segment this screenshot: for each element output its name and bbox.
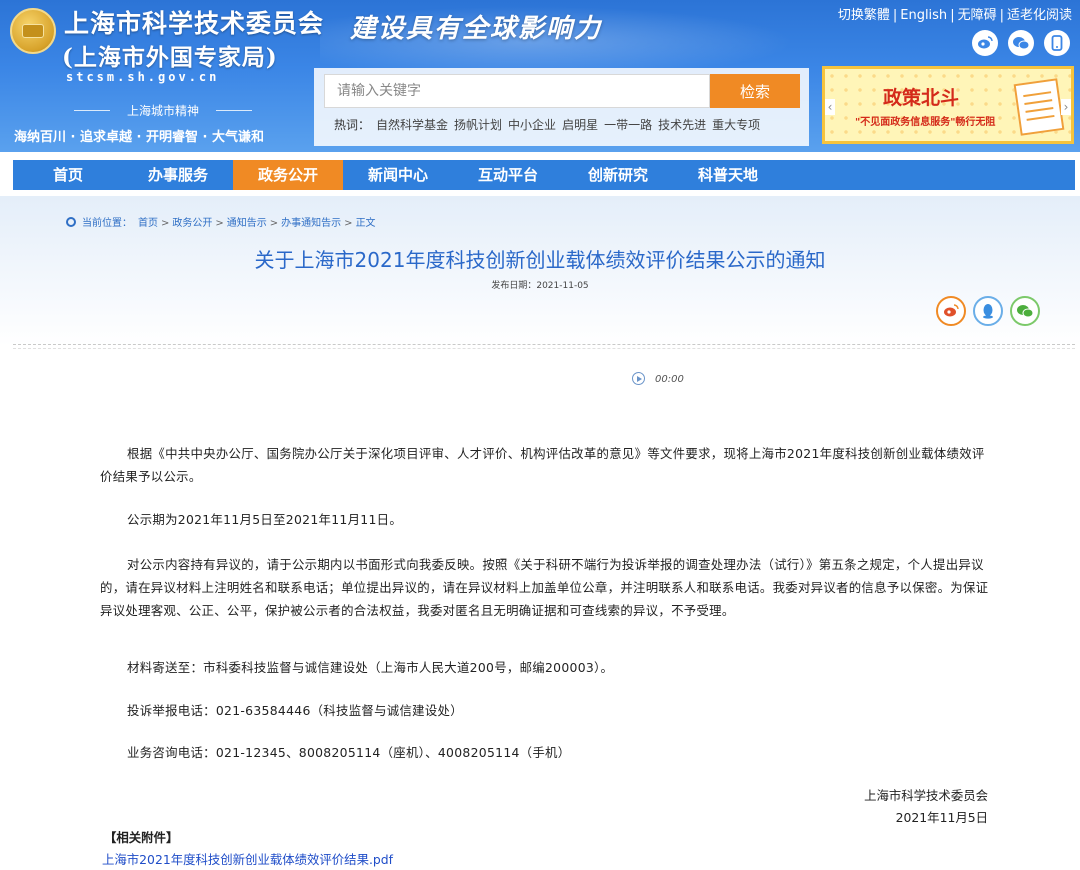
nav-research[interactable]: 创新研究 (563, 160, 673, 190)
site-header: 上海市科学技术委员会 (上海市外国专家局) stcsm.sh.gov.cn 上海… (0, 0, 1080, 152)
traditional-chinese-link[interactable]: 切换繁體 (838, 8, 890, 23)
wechat-share-icon[interactable] (1010, 296, 1040, 326)
breadcrumb-item[interactable]: 政务公开 (172, 218, 212, 229)
nav-news[interactable]: 新闻中心 (343, 160, 453, 190)
page-title: 关于上海市2021年度科技创新创业载体绩效评价结果公示的通知 (254, 248, 826, 272)
site-title[interactable]: 上海市科学技术委员会 (64, 4, 324, 40)
weibo-icon[interactable] (972, 30, 998, 56)
publish-date-value: 2021-11-05 (536, 281, 589, 291)
hot-words-label: 热词： (334, 118, 371, 132)
mobile-icon[interactable] (1044, 30, 1070, 56)
attachment-label: 【相关附件】 (104, 830, 179, 845)
banner-title: 政策北斗 (883, 87, 960, 109)
emblem-logo[interactable] (10, 8, 56, 54)
top-links: 切换繁體 | English | 无障碍 | 适老化阅读 (837, 8, 1072, 23)
article-paragraph: 对公示内容持有异议的，请于公示期内以书面形式向我委反映。按照《关于科研不端行为投… (100, 557, 989, 618)
hot-word[interactable]: 技术先进 (658, 118, 706, 132)
audio-player[interactable]: 00:00 (632, 372, 684, 385)
city-spirit-label: 上海城市精神 (68, 102, 258, 119)
site-domain: stcsm.sh.gov.cn (66, 70, 220, 84)
search-button[interactable]: 检索 (710, 74, 800, 108)
hot-word[interactable]: 自然科学基金 (376, 118, 448, 132)
attachment-link[interactable]: 上海市2021年度科技创新创业载体绩效评价结果.pdf (102, 850, 393, 868)
signature-date: 2021年11月5日 (895, 810, 988, 825)
breadcrumb-item[interactable]: 首页 (138, 218, 158, 229)
search-area: 检索 热词： 自然科学基金扬帆计划中小企业启明星一带一路技术先进重大专项 (314, 68, 809, 146)
weibo-share-icon[interactable] (936, 296, 966, 326)
main-nav: 首页 办事服务 政务公开 新闻中心 互动平台 创新研究 科普天地 (13, 160, 1075, 190)
qq-share-icon[interactable] (973, 296, 1003, 326)
publish-date-label: 发布日期： (491, 281, 537, 291)
hot-word[interactable]: 一带一路 (604, 118, 652, 132)
accessibility-link[interactable]: 无障碍 (958, 8, 997, 23)
article-container: 当前位置： 首页 > 政务公开 > 通知告示 > 办事通知告示 > 正文 关于上海市2021年度科… (0, 196, 1080, 870)
article-paragraph: 公示期为2021年11月5日至2021年11月11日。 (127, 512, 403, 527)
document-icon (1013, 78, 1065, 136)
breadcrumb-item[interactable]: 办事通知告示 (281, 218, 341, 229)
breadcrumb: 当前位置： 首页 > 政务公开 > 通知告示 > 办事通知告示 > 正文 (66, 214, 376, 229)
hot-word[interactable]: 重大专项 (712, 118, 760, 132)
publish-date: 发布日期：2021-11-05 (0, 278, 1080, 291)
policy-banner[interactable]: ‹ 政策北斗 "不见面政务信息服务"畅行无阻 › (822, 66, 1074, 144)
site-subtitle: (上海市外国专家局) (62, 44, 278, 71)
article-paragraph: 材料寄送至：市科委科技监督与诚信建设处（上海市人民大道200号，邮编200003… (127, 660, 614, 675)
play-icon[interactable] (632, 372, 645, 385)
article-paragraph: 业务咨询电话：021-12345、8008205114（座机）、40082051… (127, 745, 571, 760)
article-paragraph: 根据《中共中央办公厅、国务院办公厅关于深化项目评审、人才评价、机构评估改革的意见… (100, 446, 985, 484)
location-icon (66, 217, 76, 227)
signature-org: 上海市科学技术委员会 (864, 788, 988, 803)
divider (13, 348, 1075, 349)
english-link[interactable]: English (900, 8, 947, 23)
hot-words: 热词： 自然科学基金 扬帆计划 中小企业 启明星 一带一路 技术先进 重大专项 (334, 116, 760, 133)
hot-word[interactable]: 扬帆计划 (454, 118, 502, 132)
banner-subtitle: "不见面政务信息服务"畅行无阻 (855, 117, 996, 128)
elderly-mode-link[interactable]: 适老化阅读 (1007, 8, 1072, 23)
wechat-icon[interactable] (1008, 30, 1034, 56)
audio-time: 00:00 (655, 374, 684, 385)
hot-word[interactable]: 启明星 (562, 118, 598, 132)
banner-next-icon[interactable]: › (1061, 99, 1071, 115)
divider (13, 344, 1075, 345)
nav-services[interactable]: 办事服务 (123, 160, 233, 190)
city-spirit-text: 海纳百川 · 追求卓越 · 开明睿智 · 大气谦和 (14, 130, 264, 145)
nav-gov-affairs[interactable]: 政务公开 (233, 160, 343, 190)
nav-interaction[interactable]: 互动平台 (453, 160, 563, 190)
nav-science[interactable]: 科普天地 (673, 160, 783, 190)
banner-prev-icon[interactable]: ‹ (825, 99, 835, 115)
breadcrumb-label: 当前位置： (82, 218, 132, 229)
article-paragraph: 投诉举报电话：021-63584446（科技监督与诚信建设处） (127, 703, 463, 718)
header-slogan: 建设具有全球影响力 (350, 14, 603, 44)
nav-home[interactable]: 首页 (13, 160, 123, 190)
hot-word[interactable]: 中小企业 (508, 118, 556, 132)
breadcrumb-item: 正文 (355, 218, 376, 229)
search-input[interactable] (324, 74, 710, 108)
breadcrumb-item[interactable]: 通知告示 (227, 218, 267, 229)
